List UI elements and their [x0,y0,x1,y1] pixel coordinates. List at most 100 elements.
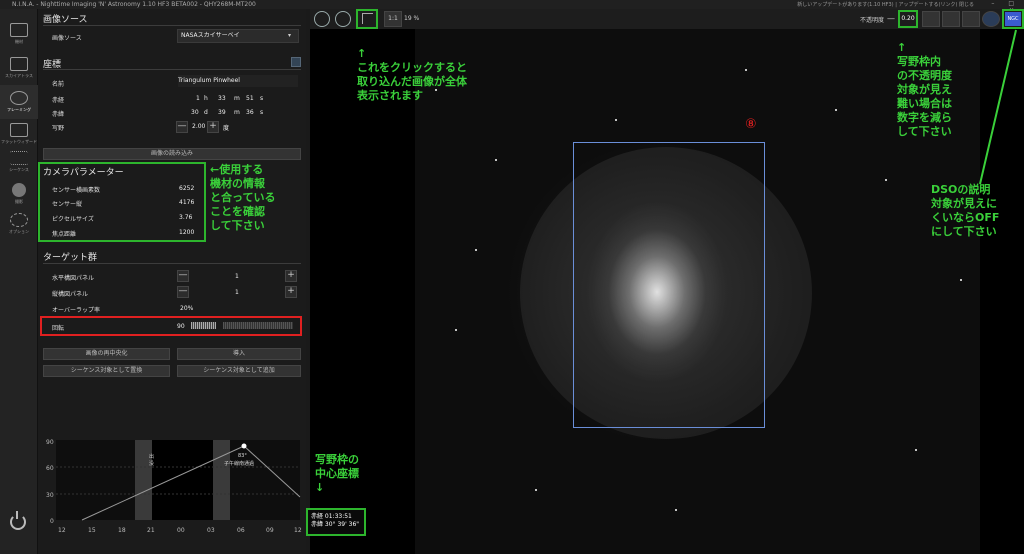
location-icon[interactable] [291,57,301,67]
ra-minutes-input[interactable]: 33 [218,95,226,102]
x-tick: 12 [58,527,66,534]
sidebar-item-sky-atlas[interactable]: スカイアトラス [0,51,38,85]
targets-title: ターゲット群 [43,253,98,263]
star [495,159,497,161]
sidebar-item-label: スカイアトラス [5,73,33,78]
replace-sequence-target-button[interactable]: シーケンス対象として置換 [43,365,170,377]
power-icon[interactable] [10,511,26,530]
h-panels-value[interactable]: 1 [235,273,239,280]
dec-seconds-input[interactable]: 36 [246,109,254,116]
ra-seconds-unit: s [260,95,264,102]
sidebar-item-label: オプション [9,229,29,234]
app-title: N.I.N.A. - Nighttime Imaging 'N' Astrono… [12,1,256,8]
x-tick: 18 [118,527,126,534]
zoom-level: 19 % [404,15,420,22]
ra-seconds-input[interactable]: 51 [246,95,254,102]
dec-readout: 赤緯 30° 39' 36" [311,521,360,528]
x-tick: 21 [147,527,155,534]
x-tick: 09 [266,527,274,534]
sequence-icon [10,151,28,165]
star [960,279,962,281]
sidebar-item-label: シーケンス [9,167,29,172]
star [615,119,617,121]
x-tick: 12 [294,527,302,534]
slew-button[interactable]: 導入 [177,348,301,360]
v-panels-increase-button[interactable]: + [285,286,297,298]
name-input[interactable]: Triangulum Pinwheel [178,75,298,87]
camera-annotation: ←使用する 機材の情報 と合っている ことを確認 して下さい [210,163,276,232]
chart-annotation: 没 [149,460,154,467]
image-source-title: 画像ソース [43,15,88,25]
fit-to-screen-icon[interactable] [362,13,373,24]
opacity-label: 不透明度 [860,17,885,24]
fov-decrease-button[interactable]: — [176,121,188,133]
star [475,249,477,251]
ra-hours-input[interactable]: 1 [196,95,200,102]
window-controls[interactable]: – □ ✕ [980,0,1020,14]
overlap-label: オーバーラップ率 [52,307,100,314]
imaging-icon [12,183,26,197]
rotation-highlight [40,316,302,336]
opacity-decrease-button[interactable]: — [887,14,897,24]
y-tick: 90 [46,439,54,446]
viewer-toolbar: 1:1 19 % 不透明度 — 0.20 NGC [310,9,1024,29]
chevron-down-icon: ▾ [288,32,292,39]
sky-image[interactable] [415,29,980,554]
dso-annotation: DSOの説明 対象が見えに くいならOFF にして下さい [931,183,1000,238]
h-panels-decrease-button[interactable]: — [177,270,189,282]
flat-wizard-icon [10,123,28,137]
dec-label: 赤緯 [52,111,65,118]
chart-annotation: 出 [149,453,154,460]
sidebar-item-sequence[interactable]: シーケンス [0,145,38,179]
gear-icon [10,213,28,227]
title-bar: N.I.N.A. - Nighttime Imaging 'N' Astrono… [0,0,1024,14]
star [745,69,747,71]
update-notice[interactable]: 新しいアップデートがあります(1.10 HF3) | アップデートする(リンク)… [797,1,974,8]
add-sequence-target-button[interactable]: シーケンス対象として追加 [177,365,301,377]
toolbar-button[interactable] [942,11,960,27]
ra-hours-unit: h [204,95,208,102]
x-tick: 06 [237,527,245,534]
marker-8: ⑧ [745,117,757,132]
globe-icon[interactable] [982,11,1000,27]
sidebar: 機材 スカイアトラス フレーミング フラットウィザード シーケンス 撮影 オプシ… [0,9,38,554]
sidebar-item-imaging[interactable]: 撮影 [0,177,38,211]
x-tick: 15 [88,527,96,534]
v-panels-decrease-button[interactable]: — [177,286,189,298]
one-to-one-button[interactable]: 1:1 [384,11,402,27]
load-image-button[interactable]: 画像の読み込み [43,148,301,160]
h-panels-increase-button[interactable]: + [285,270,297,282]
fov-rectangle[interactable] [573,142,765,428]
twilight-band-morning [213,440,230,520]
ngc-toggle-button[interactable]: NGC [1005,12,1021,26]
dso-pointer-line [979,29,1017,185]
chart-annotation: 子午線南通過 [224,460,254,467]
star [535,489,537,491]
y-tick: 60 [46,465,54,472]
name-label: 名前 [52,81,65,88]
center-coordinates-readout: 赤経 01:33:51 赤緯 30° 39' 36" [306,508,366,536]
zoom-out-icon[interactable] [335,11,351,27]
overlap-value[interactable]: 20% [180,305,193,312]
altitude-chart: 90 60 30 0 12 15 18 21 00 03 06 09 12 出 … [46,439,302,534]
dec-degrees-input[interactable]: 30 [191,109,199,116]
toolbar-button[interactable] [962,11,980,27]
v-panels-label: 縦構図パネル [52,291,89,298]
divider [43,69,301,70]
fov-increase-button[interactable]: + [207,121,219,133]
zoom-in-icon[interactable] [314,11,330,27]
sidebar-item-equipment[interactable]: 機材 [0,17,38,51]
image-source-select[interactable]: NASAスカイサーベイ ▾ [177,29,299,43]
star [885,179,887,181]
dec-minutes-input[interactable]: 39 [218,109,226,116]
recenter-image-button[interactable]: 画像の再中央化 [43,348,170,360]
sidebar-item-label: 機材 [15,39,23,44]
coord-annotation: 写野枠の 中心座標 ↓ [315,453,359,494]
opacity-input[interactable]: 0.20 [898,10,918,28]
fov-value[interactable]: 2.00 [192,123,205,130]
v-panels-value[interactable]: 1 [235,289,239,296]
sidebar-item-framing[interactable]: フレーミング [0,85,38,119]
toolbar-button[interactable] [922,11,940,27]
opacity-annotation: ↑ 写野枠内 の不透明度 対象が見え 難い場合は 数字を減ら して下さい [897,41,952,138]
sidebar-item-options[interactable]: オプション [0,207,38,241]
